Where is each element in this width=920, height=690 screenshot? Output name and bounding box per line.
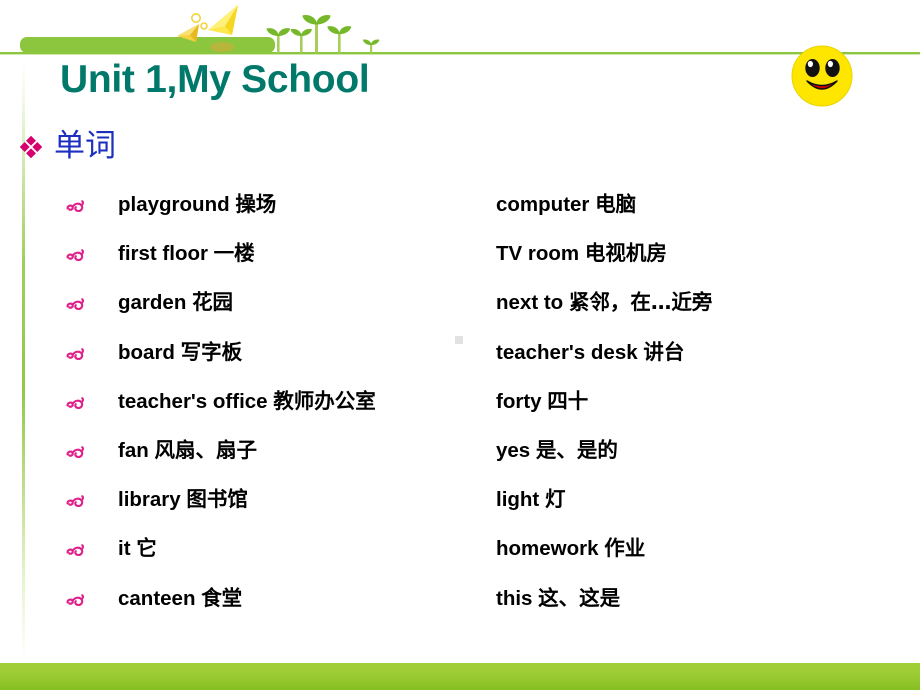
vocabulary-entry-right: homework 作业 xyxy=(496,532,645,565)
vocabulary-entry-right: next to 紧邻，在…近旁 xyxy=(496,286,712,319)
word-en-right: forty xyxy=(496,389,542,413)
vocabulary-row: board 写字板 teacher's desk 讲台 xyxy=(60,336,890,385)
plane-shadow xyxy=(210,42,234,52)
smiley-face-icon xyxy=(791,45,853,107)
vocabulary-row: fan 风扇、扇子 yes 是、是的 xyxy=(60,434,890,483)
word-en-right: teacher's desk xyxy=(496,340,638,364)
word-cn-right: 灯 xyxy=(544,487,566,512)
swirl-flourish-bullet-icon xyxy=(66,249,85,262)
word-cn-right: 四十 xyxy=(547,388,589,413)
section-heading-label: 单词 xyxy=(54,128,116,164)
paper-plane-icon-large xyxy=(208,5,238,35)
swirl-flourish-bullet-icon xyxy=(66,544,85,557)
word-en-left: garden xyxy=(118,291,187,315)
word-en-right: yes xyxy=(496,438,531,462)
word-en-right: light xyxy=(496,488,540,512)
vocabulary-entry-right: light 灯 xyxy=(496,483,565,516)
bottom-accent-bar xyxy=(0,663,920,690)
word-en-left: it xyxy=(118,537,131,561)
swirl-flourish-bullet-icon xyxy=(66,593,85,606)
vocabulary-row: canteen 食堂 this 这、这是 xyxy=(60,582,890,631)
swirl-flourish-bullet-icon xyxy=(66,495,85,508)
word-cn-right: 是、是的 xyxy=(535,437,618,462)
vocabulary-entry-left: canteen 食堂 xyxy=(118,582,242,615)
word-cn-left: 教师办公室 xyxy=(273,388,376,413)
word-cn-left: 图书馆 xyxy=(186,487,248,512)
word-en-right: next to xyxy=(496,291,564,315)
top-decoration-band xyxy=(0,0,920,62)
vocabulary-row: teacher's office 教师办公室 forty 四十 xyxy=(60,385,890,434)
word-cn-left: 食堂 xyxy=(201,585,243,610)
word-cn-left: 它 xyxy=(136,536,157,561)
vocabulary-entry-left: teacher's office 教师办公室 xyxy=(118,385,376,418)
section-heading: 单词 xyxy=(20,131,116,162)
vocabulary-entry-right: TV room 电视机房 xyxy=(496,237,667,270)
vocabulary-entry-left: first floor 一楼 xyxy=(118,237,255,270)
word-en-left: library xyxy=(118,488,181,512)
word-en-left: board xyxy=(118,340,175,364)
vocabulary-entry-left: fan 风扇、扇子 xyxy=(118,434,257,467)
placeholder-artifact xyxy=(455,336,463,344)
word-en-right: this xyxy=(496,586,533,610)
vocabulary-entry-left: playground 操场 xyxy=(118,188,276,221)
word-cn-left: 一楼 xyxy=(213,241,255,266)
slide: Unit 1,My School 单词 playground 操场 compute… xyxy=(0,0,920,690)
vocabulary-list: playground 操场 computer 电脑 first floor 一楼 TV… xyxy=(60,188,890,631)
word-en-left: first floor xyxy=(118,242,208,266)
vocabulary-entry-right: forty 四十 xyxy=(496,385,588,418)
vocabulary-entry-left: library 图书馆 xyxy=(118,483,248,516)
word-cn-right: 讲台 xyxy=(643,339,685,364)
vocabulary-row: first floor 一楼 TV room 电视机房 xyxy=(60,237,890,286)
word-cn-left: 风扇、扇子 xyxy=(154,437,257,462)
word-cn-right: 紧邻，在…近旁 xyxy=(568,290,713,315)
vocabulary-entry-left: it 它 xyxy=(118,532,157,565)
word-en-left: fan xyxy=(118,438,149,462)
page-title: Unit 1,My School xyxy=(60,58,370,101)
vocabulary-entry-right: computer 电脑 xyxy=(496,188,636,221)
swirl-flourish-bullet-icon xyxy=(66,298,85,311)
vocabulary-entry-left: board 写字板 xyxy=(118,336,242,369)
word-cn-right: 作业 xyxy=(604,536,646,561)
vocabulary-entry-right: teacher's desk 讲台 xyxy=(496,336,684,369)
swirl-flourish-bullet-icon xyxy=(66,396,85,409)
sprout-icon-group xyxy=(266,15,380,53)
word-cn-left: 操场 xyxy=(235,192,277,216)
vocabulary-row: garden 花园 next to 紧邻，在…近旁 xyxy=(60,286,890,335)
diamond-cluster-bullet-icon xyxy=(20,135,42,158)
word-en-right: TV room xyxy=(496,242,580,266)
swirl-flourish-bullet-icon xyxy=(66,200,85,213)
word-en-left: playground xyxy=(118,193,230,216)
word-cn-right: 电脑 xyxy=(595,192,637,216)
swirl-flourish-bullet-icon xyxy=(66,347,85,360)
swirl-flourish-bullet-icon xyxy=(66,446,85,458)
vocabulary-entry-right: yes 是、是的 xyxy=(496,434,618,467)
word-en-left: canteen xyxy=(118,586,196,610)
word-cn-right: 电视机房 xyxy=(584,241,667,266)
word-en-left: teacher's office xyxy=(118,389,268,413)
vocabulary-row: it 它 homework 作业 xyxy=(60,532,890,581)
vocabulary-row: library 图书馆 light 灯 xyxy=(60,483,890,532)
decoration-graphics xyxy=(0,5,920,55)
word-cn-left: 写字板 xyxy=(180,339,243,364)
vocabulary-entry-right: this 这、这是 xyxy=(496,582,620,615)
vocabulary-entry-left: garden 花园 xyxy=(118,286,233,319)
word-en-right: computer xyxy=(496,193,590,216)
word-cn-right: 这、这是 xyxy=(538,585,621,610)
green-bar xyxy=(20,37,275,53)
word-en-right: homework xyxy=(496,537,599,561)
vocabulary-row: playground 操场 computer 电脑 xyxy=(60,188,890,237)
word-cn-left: 花园 xyxy=(192,290,234,315)
